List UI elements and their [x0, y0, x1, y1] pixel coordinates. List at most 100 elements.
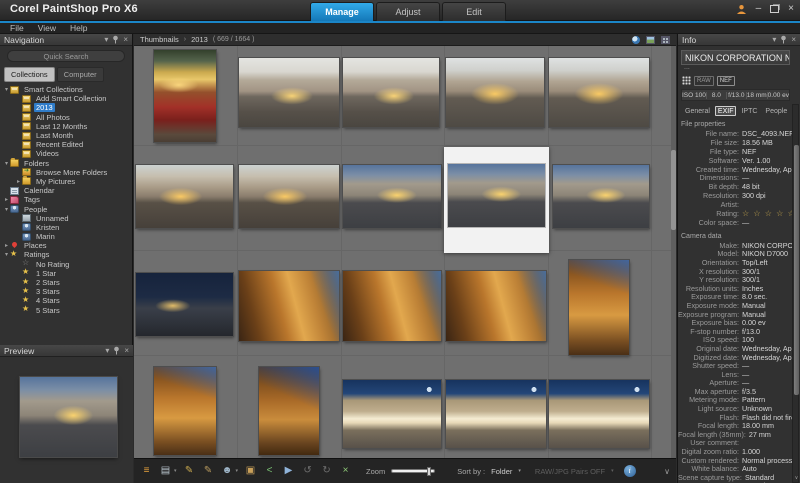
- expander-open-icon[interactable]: ▾: [3, 251, 10, 258]
- collapse-toolbar-icon[interactable]: ∨: [664, 467, 670, 476]
- thumbnail[interactable]: [154, 367, 216, 455]
- tree-item-calendar[interactable]: Calendar: [0, 186, 132, 195]
- close-icon[interactable]: ×: [788, 3, 794, 15]
- tree-item-places[interactable]: ▸Places: [0, 241, 132, 250]
- panel-menu-icon[interactable]: ▾: [105, 346, 109, 356]
- thumbnail[interactable]: [343, 380, 441, 448]
- close-icon[interactable]: ×: [791, 35, 796, 45]
- pin-icon[interactable]: [112, 35, 119, 44]
- tree-item-2013[interactable]: 2013: [0, 103, 132, 112]
- grid-view-icon[interactable]: [661, 36, 670, 44]
- thumbnail[interactable]: [549, 380, 649, 448]
- pen-tag-icon[interactable]: ✎: [183, 464, 196, 478]
- thumbnail[interactable]: [239, 165, 339, 228]
- tab-collections[interactable]: Collections: [4, 67, 55, 82]
- slideshow-icon[interactable]: ▶: [282, 464, 295, 478]
- preview-mode-icon[interactable]: ▤: [159, 464, 172, 478]
- breadcrumb-folder[interactable]: 2013: [191, 35, 208, 44]
- grid-icon[interactable]: [682, 76, 691, 85]
- people-tag-icon[interactable]: ☻: [221, 464, 234, 478]
- tree-item-folders[interactable]: ▾Folders: [0, 159, 132, 168]
- rating-stars[interactable]: ☆ ☆ ☆ ☆ ☆: [742, 210, 793, 219]
- tree-item-my-pictures[interactable]: ▸My Pictures: [0, 177, 132, 186]
- map-mode-icon[interactable]: [632, 36, 640, 44]
- expander-closed-icon[interactable]: ▸: [15, 178, 22, 185]
- chevron-down-icon[interactable]: ▾: [611, 468, 614, 474]
- rotate-left-icon[interactable]: ↺: [301, 464, 314, 478]
- info-tab-people[interactable]: People: [762, 106, 790, 116]
- info-tab-exif[interactable]: EXIF: [715, 106, 737, 116]
- tree-item-videos[interactable]: Videos: [0, 149, 132, 158]
- info-toggle-icon[interactable]: i: [624, 465, 636, 477]
- close-icon[interactable]: ×: [123, 35, 128, 45]
- search-input[interactable]: [7, 50, 125, 62]
- scroll-down-icon[interactable]: ∨: [793, 475, 800, 481]
- tree-item-4-stars[interactable]: 4 Stars: [0, 296, 132, 305]
- tab-adjust[interactable]: Adjust: [376, 2, 440, 21]
- restore-icon[interactable]: [770, 5, 779, 13]
- tree-item-2-stars[interactable]: 2 Stars: [0, 278, 132, 287]
- menu-help[interactable]: Help: [70, 23, 87, 33]
- minimize-icon[interactable]: –: [756, 3, 762, 15]
- close-icon[interactable]: ×: [124, 346, 129, 356]
- info-scrollbar[interactable]: ∨: [792, 104, 799, 483]
- menu-view[interactable]: View: [38, 23, 56, 33]
- tree-item-people[interactable]: ▾People: [0, 204, 132, 213]
- tree-item-unnamed[interactable]: Unnamed: [0, 214, 132, 223]
- tree-item-browse-more-folders[interactable]: Browse More Folders: [0, 168, 132, 177]
- tree-item-smart-collections[interactable]: ▾Smart Collections: [0, 85, 132, 94]
- thumbnail[interactable]: [136, 273, 233, 336]
- tree-item-kristen[interactable]: Kristen: [0, 223, 132, 232]
- rotate-right-icon[interactable]: ↻: [320, 464, 333, 478]
- pin-icon[interactable]: [113, 346, 120, 355]
- thumbnail[interactable]: [239, 58, 339, 127]
- tree-item-3-stars[interactable]: 3 Stars: [0, 287, 132, 296]
- tab-computer[interactable]: Computer: [57, 67, 104, 82]
- menu-file[interactable]: File: [10, 23, 24, 33]
- info-tab-general[interactable]: General: [682, 106, 713, 116]
- tree-item-add-smart-collection[interactable]: Add Smart Collection: [0, 94, 132, 103]
- tab-edit[interactable]: Edit: [442, 2, 506, 21]
- thumbnail[interactable]: [343, 165, 441, 228]
- expander-open-icon[interactable]: ▾: [3, 86, 10, 93]
- tree-item-marin[interactable]: Marin: [0, 232, 132, 241]
- tree-item-1-star[interactable]: 1 Star: [0, 269, 132, 278]
- tree-item-no-rating[interactable]: No Rating: [0, 260, 132, 269]
- chevron-down-icon[interactable]: ▾: [174, 468, 177, 474]
- thumbnail[interactable]: [239, 271, 339, 341]
- thumbnail[interactable]: [446, 380, 546, 448]
- tree-item-recent-edited[interactable]: Recent Edited: [0, 140, 132, 149]
- expander-closed-icon[interactable]: ▸: [3, 242, 10, 249]
- image-folder-icon[interactable]: ▣: [244, 464, 257, 478]
- thumbnail[interactable]: [569, 260, 629, 355]
- tab-manage[interactable]: Manage: [310, 2, 374, 21]
- raw-jpg-pairs-dropdown[interactable]: RAW/JPG Pairs OFF: [535, 467, 605, 476]
- tree-item-all-photos[interactable]: All Photos: [0, 113, 132, 122]
- chevron-down-icon[interactable]: ▾: [236, 468, 239, 474]
- zoom-slider[interactable]: [391, 469, 435, 473]
- tree-item-5-stars[interactable]: 5 Stars: [0, 306, 132, 315]
- thumbnail[interactable]: [446, 58, 544, 127]
- thumbnail-image[interactable]: [448, 164, 545, 227]
- share-icon[interactable]: <: [263, 464, 276, 478]
- info-scroll-thumb[interactable]: [794, 145, 799, 395]
- tree-item-last-12-months[interactable]: Last 12 Months: [0, 122, 132, 131]
- info-tab-iptc[interactable]: IPTC: [738, 106, 760, 116]
- organizer-palette-icon[interactable]: ≡: [140, 464, 153, 478]
- thumbnail[interactable]: [136, 165, 233, 228]
- thumbnail[interactable]: [553, 165, 649, 228]
- image-preview-icon[interactable]: [646, 36, 655, 44]
- tree-item-last-month[interactable]: Last Month: [0, 131, 132, 140]
- sort-by-dropdown[interactable]: Folder: [491, 467, 512, 476]
- expander-closed-icon[interactable]: ▸: [3, 196, 10, 203]
- delete-icon[interactable]: ×: [339, 464, 352, 478]
- thumbnail[interactable]: [549, 58, 649, 127]
- thumbnail[interactable]: [446, 271, 546, 341]
- thumbnail[interactable]: [259, 367, 319, 455]
- tree-item-ratings[interactable]: ▾Ratings: [0, 250, 132, 259]
- zoom-slider-thumb[interactable]: [427, 467, 431, 476]
- breadcrumb-root[interactable]: Thumbnails: [140, 35, 179, 44]
- preview-image[interactable]: [20, 377, 117, 457]
- tree-item-tags[interactable]: ▸Tags: [0, 195, 132, 204]
- thumbnail-selected[interactable]: [444, 147, 549, 253]
